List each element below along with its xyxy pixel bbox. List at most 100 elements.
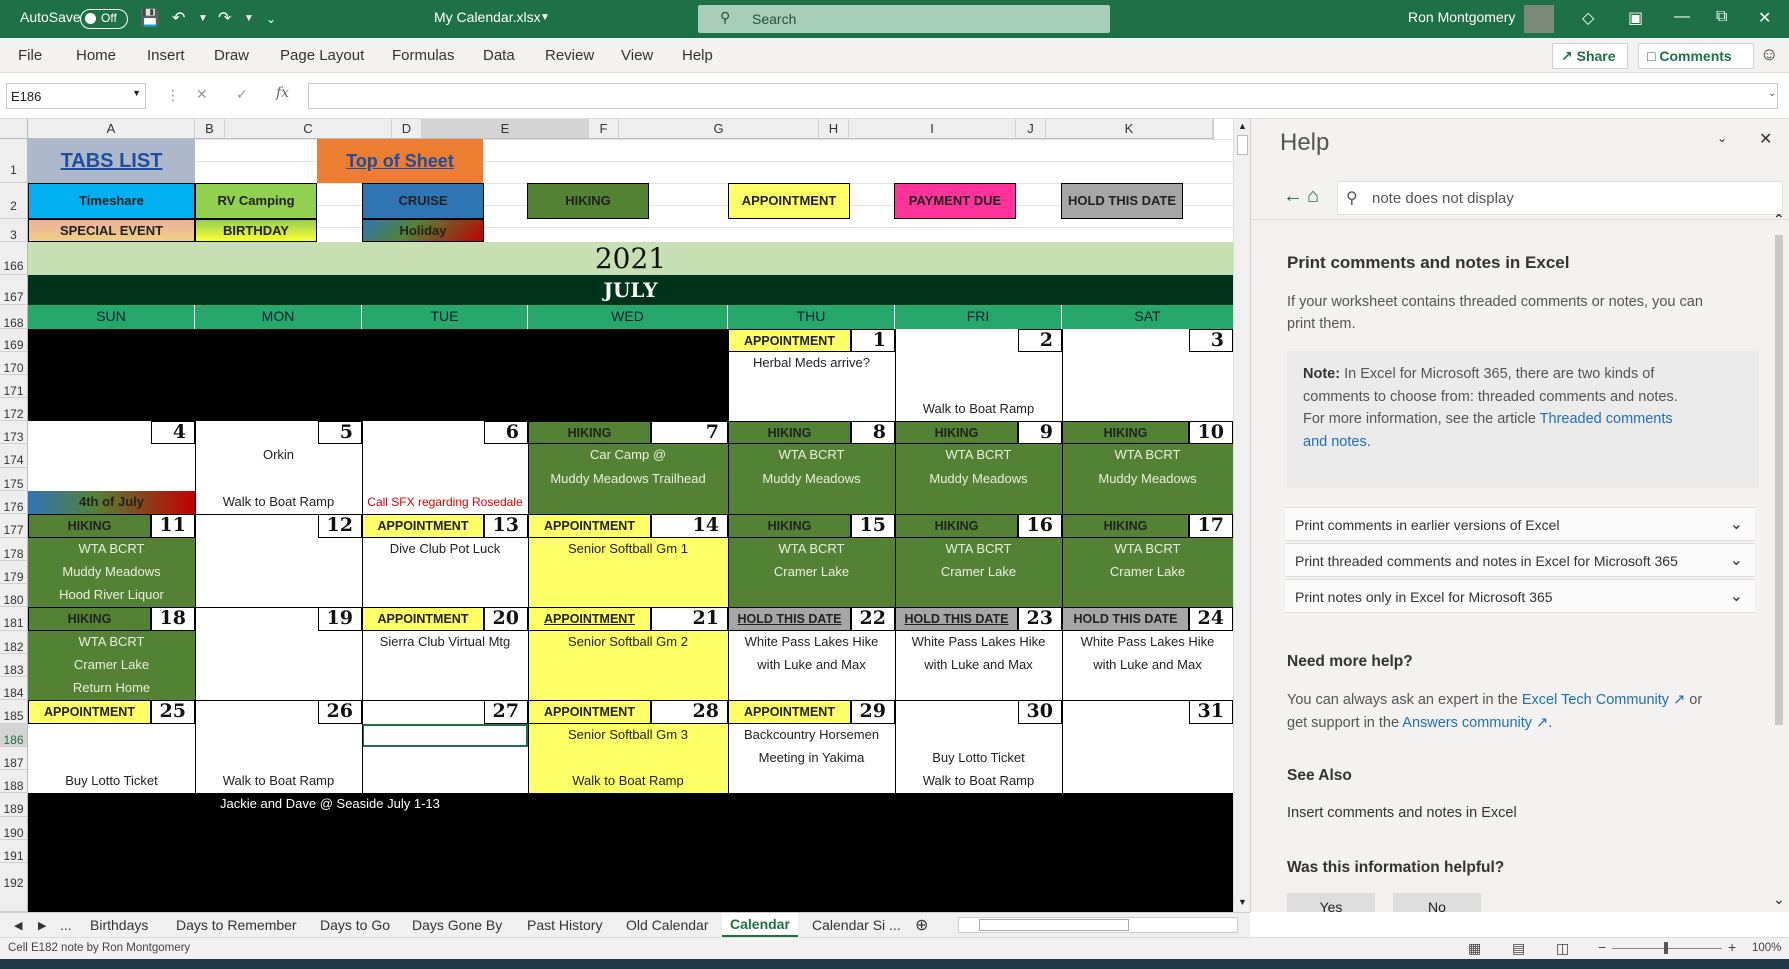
- h-scroll-thumb[interactable]: [979, 919, 1129, 931]
- event-text[interactable]: Meeting in Yakima: [728, 747, 895, 769]
- row-header[interactable]: 190: [0, 817, 28, 840]
- insert-function-icon[interactable]: fx: [276, 85, 289, 101]
- event-text[interactable]: Walk to Boat Ramp: [528, 770, 728, 792]
- event-text[interactable]: WTA BCRT: [1062, 444, 1233, 466]
- tabs-list-link[interactable]: TABS LIST: [28, 139, 195, 183]
- event-text[interactable]: Car Camp @: [528, 444, 728, 466]
- row-header[interactable]: 175: [0, 468, 28, 491]
- menu-review[interactable]: Review: [545, 47, 594, 64]
- row-header[interactable]: 1: [0, 139, 28, 183]
- row-header[interactable]: 2: [0, 183, 28, 219]
- zoom-level[interactable]: 100%: [1752, 942, 1781, 954]
- insert-comments-link[interactable]: Insert comments and notes in Excel: [1287, 805, 1517, 821]
- accordion-earlier-versions[interactable]: Print comments in earlier versions of Ex…: [1285, 507, 1755, 541]
- row-header[interactable]: 176: [0, 491, 28, 514]
- row-header[interactable]: 3: [0, 219, 28, 242]
- event-text[interactable]: 4th of July: [28, 491, 195, 514]
- event-text[interactable]: WTA BCRT: [728, 538, 895, 560]
- page-layout-view-icon[interactable]: ▤: [1512, 940, 1525, 957]
- tab-calendar[interactable]: Calendar: [722, 913, 798, 938]
- expand-formula-icon[interactable]: ⌄: [1768, 88, 1776, 99]
- event-text[interactable]: WTA BCRT: [728, 444, 895, 466]
- minimize-icon[interactable]: —: [1674, 8, 1690, 26]
- home-icon[interactable]: ⌂: [1307, 185, 1319, 208]
- event-text[interactable]: White Pass Lakes Hike: [1062, 631, 1233, 653]
- event-text[interactable]: Hood River Liquor: [28, 584, 195, 606]
- event-text[interactable]: with Luke and Max: [1062, 654, 1233, 676]
- threaded-comments-link[interactable]: Threaded comments: [1540, 411, 1673, 427]
- row-header[interactable]: 188: [0, 770, 28, 793]
- tab-past-history[interactable]: Past History: [527, 917, 602, 933]
- event-text[interactable]: Return Home: [28, 677, 195, 699]
- row-header[interactable]: 167: [0, 275, 28, 305]
- row-header[interactable]: 182: [0, 631, 28, 654]
- event-text[interactable]: Cramer Lake: [1062, 561, 1233, 583]
- scroll-up-icon[interactable]: ▲: [1238, 121, 1247, 131]
- row-header[interactable]: 168: [0, 305, 28, 330]
- event-text[interactable]: WTA BCRT: [28, 631, 195, 653]
- event-text[interactable]: Cramer Lake: [895, 561, 1062, 583]
- tab-days-to-go[interactable]: Days to Go: [320, 917, 390, 933]
- excel-tech-community-link[interactable]: Excel Tech Community: [1522, 692, 1669, 708]
- horizontal-scrollbar[interactable]: [958, 917, 1238, 933]
- row-header[interactable]: 185: [0, 700, 28, 724]
- row-header[interactable]: 169: [0, 329, 28, 352]
- event-text[interactable]: Walk to Boat Ramp: [895, 398, 1062, 420]
- event-text[interactable]: Buy Lotto Ticket: [28, 770, 195, 792]
- add-sheet-icon[interactable]: ⊕: [915, 915, 928, 935]
- row-header[interactable]: 177: [0, 514, 28, 538]
- next-sheet-icon[interactable]: ▶: [38, 919, 46, 932]
- help-scrollbar[interactable]: ⌃ ⌄: [1771, 211, 1788, 911]
- redo-icon[interactable]: ↷: [218, 8, 231, 28]
- accordion-threaded-365[interactable]: Print threaded comments and notes in Exc…: [1285, 543, 1755, 577]
- event-text[interactable]: Walk to Boat Ramp: [195, 491, 362, 513]
- row-header[interactable]: 187: [0, 747, 28, 770]
- tab-days-gone-by[interactable]: Days Gone By: [412, 917, 502, 933]
- event-text[interactable]: Sierra Club Virtual Mtg: [362, 631, 528, 653]
- row-header[interactable]: 170: [0, 352, 28, 375]
- scroll-down-icon[interactable]: ▼: [1238, 897, 1247, 907]
- zoom-out-icon[interactable]: −: [1598, 939, 1606, 955]
- event-text[interactable]: Orkin: [195, 444, 362, 466]
- event-text[interactable]: WTA BCRT: [1062, 538, 1233, 560]
- event-text[interactable]: Muddy Meadows: [728, 468, 895, 490]
- enter-icon[interactable]: ✓: [236, 86, 248, 103]
- event-text[interactable]: Backcountry Horsemen: [728, 724, 895, 746]
- help-search-input[interactable]: ⚲ note does not display: [1337, 181, 1783, 215]
- menu-insert[interactable]: Insert: [147, 47, 185, 64]
- avatar[interactable]: [1524, 5, 1554, 33]
- event-text[interactable]: with Luke and Max: [895, 654, 1062, 676]
- footer-note[interactable]: Jackie and Dave @ Seaside July 1-13: [220, 793, 520, 815]
- customize-toolbar-icon[interactable]: ⌄: [266, 12, 276, 26]
- cell-area[interactable]: 1 2 3 166 167 168 169 170 171 172 173 17…: [0, 119, 1250, 912]
- user-name[interactable]: Ron Montgomery: [1408, 9, 1515, 25]
- menu-page-layout[interactable]: Page Layout: [280, 47, 364, 64]
- and-notes-link[interactable]: and notes: [1303, 434, 1367, 450]
- menu-formulas[interactable]: Formulas: [392, 47, 455, 64]
- row-header[interactable]: 171: [0, 375, 28, 398]
- cancel-icon[interactable]: ✕: [196, 86, 208, 103]
- row-header[interactable]: 166: [0, 242, 28, 275]
- pane-options-icon[interactable]: ⌄: [1717, 131, 1727, 145]
- event-text[interactable]: Walk to Boat Ramp: [195, 770, 362, 792]
- file-name-dropdown-icon[interactable]: ▼: [540, 12, 550, 23]
- redo-dropdown-icon[interactable]: ▼: [244, 13, 254, 24]
- event-text[interactable]: Senior Softball Gm 1: [528, 538, 728, 560]
- scroll-up-icon[interactable]: ⌃: [1773, 211, 1785, 228]
- row-header[interactable]: 178: [0, 538, 28, 561]
- event-text[interactable]: White Pass Lakes Hike: [895, 631, 1062, 653]
- tab-more[interactable]: ...: [60, 917, 72, 933]
- row-header[interactable]: 180: [0, 584, 28, 607]
- top-of-sheet-link[interactable]: Top of Sheet: [317, 139, 483, 183]
- row-header[interactable]: 191: [0, 840, 28, 863]
- normal-view-icon[interactable]: ▦: [1468, 940, 1481, 957]
- row-header[interactable]: 192: [0, 863, 28, 912]
- row-header[interactable]: 186: [0, 724, 28, 747]
- event-text[interactable]: WTA BCRT: [895, 444, 1062, 466]
- help-scroll-thumb[interactable]: [1775, 235, 1783, 725]
- name-box-dropdown-icon[interactable]: ▼: [132, 88, 141, 98]
- event-text[interactable]: Buy Lotto Ticket: [895, 747, 1062, 769]
- file-name[interactable]: My Calendar.xlsx: [434, 9, 541, 25]
- event-text[interactable]: with Luke and Max: [728, 654, 895, 676]
- save-icon[interactable]: 💾: [140, 8, 160, 28]
